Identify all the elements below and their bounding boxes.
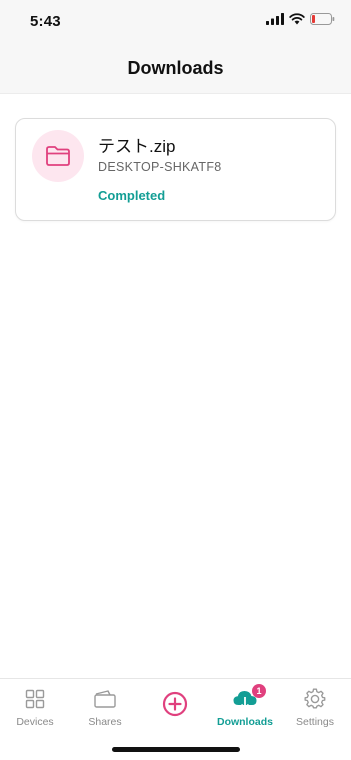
bottom-tab-bar: Devices Shares 1 Downloads Settings <box>0 678 351 760</box>
tab-downloads[interactable]: 1 Downloads <box>210 684 280 728</box>
navigation-header: Downloads <box>0 44 351 94</box>
folder-icon <box>46 146 70 166</box>
tab-settings-label: Settings <box>296 716 334 728</box>
file-name: テスト.zip <box>98 137 176 156</box>
home-indicator <box>112 747 240 752</box>
downloads-count-badge: 1 <box>252 684 266 698</box>
tab-shares[interactable]: Shares <box>70 687 140 728</box>
cellular-signal-icon <box>266 13 284 25</box>
status-bar: 5:43 <box>0 0 351 44</box>
source-device: DESKTOP-SHKATF8 <box>98 160 222 174</box>
page-title: Downloads <box>127 58 224 78</box>
status-icons <box>266 13 335 25</box>
status-time: 5:43 <box>30 13 61 30</box>
devices-grid-icon <box>25 689 45 709</box>
tab-add[interactable] <box>140 687 210 719</box>
tab-devices-label: Devices <box>16 716 54 728</box>
wifi-icon <box>289 13 305 25</box>
tab-shares-label: Shares <box>88 716 122 728</box>
shares-icon <box>94 690 116 708</box>
download-status: Completed <box>98 188 166 203</box>
battery-icon <box>310 13 335 25</box>
downloads-list: テスト.zip DESKTOP-SHKATF8 Completed <box>0 95 351 678</box>
add-circle-icon <box>162 691 188 717</box>
tab-settings[interactable]: Settings <box>280 687 350 728</box>
download-item[interactable]: テスト.zip DESKTOP-SHKATF8 Completed <box>15 118 336 221</box>
tab-downloads-label: Downloads <box>216 716 273 728</box>
file-avatar <box>32 130 84 182</box>
gear-icon <box>304 688 326 709</box>
tab-devices[interactable]: Devices <box>0 687 70 728</box>
